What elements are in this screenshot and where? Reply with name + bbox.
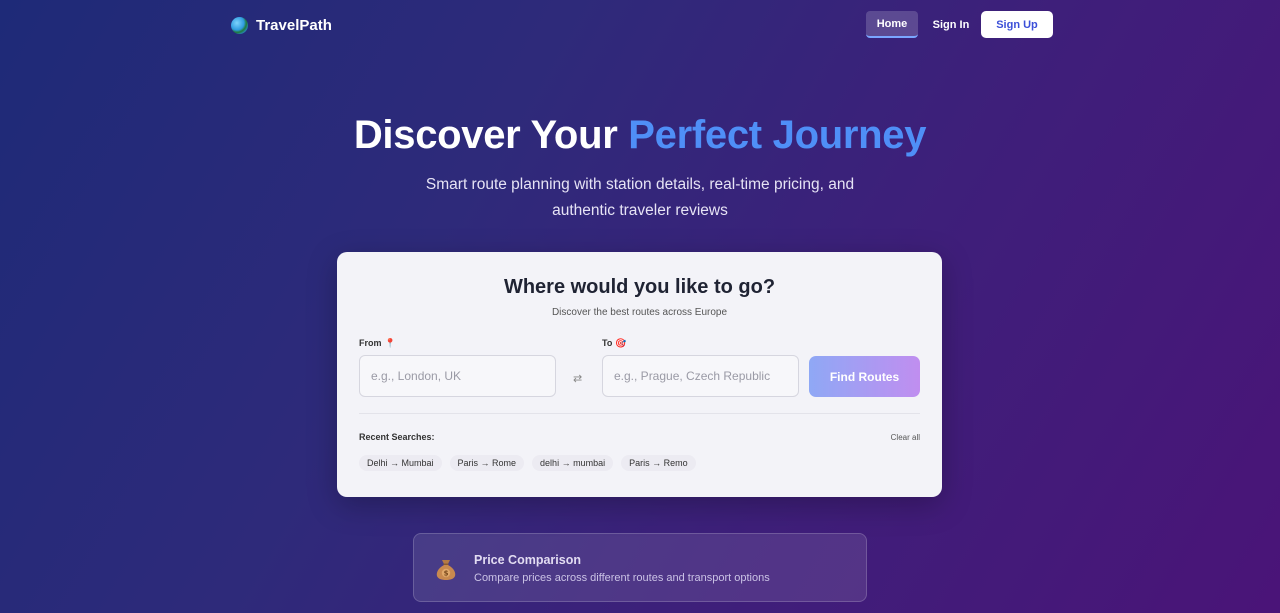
brand-name: TravelPath [256,16,332,34]
top-navbar: TravelPath Home Sign In Sign Up [0,0,1280,50]
to-label: To 🎯 [602,338,627,349]
nav-links: Home Sign In Sign Up [866,11,1053,38]
recent-search-chip[interactable]: Delhi → Mumbai [359,455,442,471]
from-label: From 📍 [359,338,396,349]
hero-title: Discover Your Perfect Journey [0,113,1280,158]
target-icon: 🎯 [615,338,627,348]
recent-search-chip[interactable]: Paris → Rome [449,455,525,471]
to-label-text: To [602,338,613,348]
globe-icon [231,16,248,34]
recent-searches-label: Recent Searches: [359,432,435,442]
sign-up-button[interactable]: Sign Up [981,11,1053,38]
money-bag-icon: $ [436,560,456,580]
to-input[interactable] [602,355,799,397]
find-routes-button[interactable]: Find Routes [809,356,920,397]
search-card: Where would you like to go? Discover the… [337,252,942,497]
clear-all-link[interactable]: Clear all [891,433,920,442]
recent-search-chip[interactable]: Paris → Remo [621,455,696,471]
search-card-title: Where would you like to go? [503,276,776,298]
hero-title-accent: Perfect Journey [628,113,927,157]
from-input[interactable] [359,355,556,397]
feature-card-price-comparison[interactable]: $ Price Comparison Compare prices across… [413,533,867,602]
swap-icon[interactable]: ⇄ [573,372,582,385]
search-card-subtitle: Discover the best routes across Europe [551,307,728,318]
recent-searches-list: Delhi → Mumbai Paris → Rome delhi → mumb… [359,455,696,471]
svg-text:$: $ [444,570,449,578]
divider [359,413,920,414]
feature-description: Compare prices across different routes a… [474,572,770,584]
feature-title: Price Comparison [474,553,581,567]
hero-subtitle: Smart route planning with station detail… [425,176,855,219]
from-label-text: From [359,338,382,348]
hero-title-plain: Discover Your [353,113,618,157]
pin-icon: 📍 [384,338,396,348]
nav-home-link[interactable]: Home [866,11,918,38]
nav-sign-in-link[interactable]: Sign In [926,11,976,38]
recent-search-chip[interactable]: delhi → mumbai [532,455,614,471]
brand-logo[interactable]: TravelPath [231,15,332,35]
